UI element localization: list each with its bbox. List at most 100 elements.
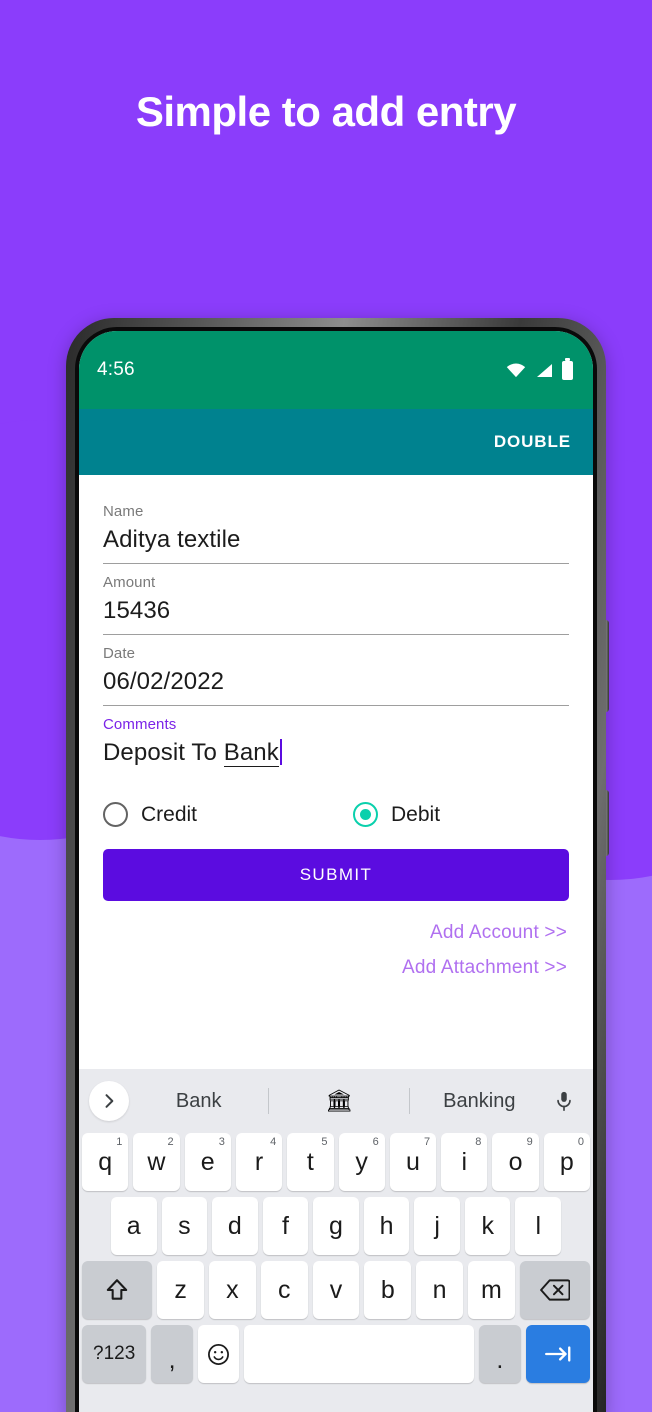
app-bar: DOUBLE <box>79 409 593 475</box>
field-comments-text-plain: Deposit To <box>103 739 224 766</box>
key-z[interactable]: z <box>157 1261 204 1319</box>
tab-next-icon[interactable] <box>525 1325 591 1383</box>
field-comments-text-spellcheck: Bank <box>223 739 279 767</box>
key-p-label: p <box>559 1147 574 1176</box>
key-f[interactable]: f <box>262 1197 309 1255</box>
add-account-link[interactable]: Add Account >> <box>103 915 569 950</box>
key-w-label: w <box>147 1147 166 1176</box>
key-i-label: i <box>461 1147 468 1176</box>
field-amount-value: 15436 <box>103 597 171 624</box>
key-r-label: r <box>254 1147 264 1176</box>
key-t-number: 5 <box>321 1136 328 1148</box>
entry-form: Name Aditya textile Amount 15436 Date 06… <box>79 475 593 985</box>
key-p-number: 0 <box>577 1136 584 1148</box>
key-n[interactable]: n <box>416 1261 463 1319</box>
key-j[interactable]: j <box>414 1197 460 1255</box>
key-e-number: 3 <box>218 1136 225 1148</box>
emoji-smiley-icon[interactable] <box>197 1325 240 1383</box>
radio-credit-label: Credit <box>141 802 198 826</box>
backspace-icon[interactable] <box>519 1261 590 1319</box>
key-p[interactable]: 0p <box>543 1133 590 1191</box>
phone-screen: 4:56 DOUBLE Name Aditya textile Amount 1… <box>79 331 593 1412</box>
status-bar-icons <box>506 357 573 380</box>
key-y-label: y <box>355 1147 368 1176</box>
radio-debit[interactable]: Debit <box>353 802 440 827</box>
key-period[interactable]: . <box>479 1325 521 1383</box>
key-u[interactable]: 7u <box>389 1133 437 1191</box>
key-y[interactable]: 6y <box>338 1133 385 1191</box>
key-q[interactable]: 1q <box>82 1133 129 1191</box>
app-bar-title: DOUBLE <box>493 432 571 451</box>
microphone-icon[interactable] <box>549 1090 579 1112</box>
on-screen-keyboard: Bank 🏛 Banking 1q 2w 3 e 4 r 5 t 6 y 7 u… <box>79 1069 593 1412</box>
suggestion-word-1[interactable]: Bank <box>129 1090 268 1113</box>
key-v[interactable]: v <box>312 1261 360 1319</box>
transaction-type-radio-group: Credit Debit <box>103 776 569 833</box>
key-r[interactable]: 4r <box>235 1133 283 1191</box>
suggestion-word-2[interactable]: Banking <box>410 1090 549 1113</box>
key-x[interactable]: x <box>209 1261 256 1319</box>
key-o[interactable]: 9o <box>492 1133 539 1191</box>
key-comma[interactable]: , <box>151 1325 193 1383</box>
keyboard-row-3: z x c v b n m <box>79 1261 593 1325</box>
wifi-icon <box>506 363 526 378</box>
key-k[interactable]: k <box>464 1197 511 1255</box>
key-u-number: 7 <box>423 1136 431 1148</box>
chevron-right-icon[interactable] <box>89 1081 129 1121</box>
key-o-number: 9 <box>526 1136 533 1148</box>
status-bar: 4:56 <box>79 331 593 409</box>
key-l[interactable]: l <box>515 1197 562 1255</box>
key-b[interactable]: b <box>364 1261 412 1319</box>
key-i[interactable]: 8i <box>441 1133 488 1191</box>
field-date-value: 06/02/2022 <box>103 668 225 695</box>
field-name-value: Aditya textile <box>103 526 241 553</box>
text-cursor <box>279 739 283 765</box>
key-o-label: o <box>508 1147 523 1176</box>
field-comments-label: Comments <box>103 716 177 733</box>
field-amount[interactable]: Amount 15436 <box>103 564 569 635</box>
signal-icon <box>535 363 553 378</box>
key-c[interactable]: c <box>260 1261 308 1319</box>
key-u-label: u <box>405 1147 420 1176</box>
key-w[interactable]: 2w <box>133 1133 180 1191</box>
key-y-number: 6 <box>372 1136 379 1148</box>
key-space[interactable] <box>244 1325 475 1383</box>
field-name[interactable]: Name Aditya textile <box>103 493 569 564</box>
key-i-number: 8 <box>475 1136 482 1148</box>
key-h[interactable]: h <box>363 1197 410 1255</box>
promo-headline: Simple to add entry <box>135 88 517 135</box>
key-e[interactable]: 3e <box>184 1133 231 1191</box>
key-t-label: t <box>306 1147 314 1176</box>
key-q-label: q <box>98 1147 113 1176</box>
field-comments[interactable]: Comments Deposit To Bank <box>103 706 569 776</box>
key-d[interactable]: d <box>212 1197 258 1255</box>
key-a[interactable]: a <box>110 1197 157 1255</box>
key-q-number: 1 <box>116 1136 123 1148</box>
keyboard-row-4: ?123 , . <box>79 1325 593 1389</box>
add-attachment-link[interactable]: Add Attachment >> <box>103 950 569 985</box>
key-s[interactable]: s <box>161 1197 208 1255</box>
radio-credit[interactable]: Credit <box>103 802 353 827</box>
key-symbols[interactable]: ?123 <box>81 1325 147 1383</box>
phone-bezel: 4:56 DOUBLE Name Aditya textile Amount 1… <box>75 327 597 1412</box>
keyboard-row-2: a s d f g h j k l <box>79 1197 593 1261</box>
key-g[interactable]: g <box>313 1197 359 1255</box>
status-bar-clock: 4:56 <box>97 359 135 380</box>
field-date-label: Date <box>103 645 136 662</box>
key-w-number: 2 <box>167 1136 174 1148</box>
shift-icon[interactable] <box>82 1261 153 1319</box>
form-links: Add Account >> Add Attachment >> <box>103 901 569 985</box>
radio-debit-label: Debit <box>391 802 441 826</box>
field-date[interactable]: Date 06/02/2022 <box>103 635 569 706</box>
field-name-label: Name <box>103 503 144 520</box>
battery-icon <box>562 357 573 380</box>
key-e-label: e <box>200 1147 215 1176</box>
phone-frame: 4:56 DOUBLE Name Aditya textile Amount 1… <box>66 318 606 1412</box>
key-t[interactable]: 5t <box>287 1133 334 1191</box>
suggestion-emoji[interactable]: 🏛 <box>269 1088 408 1114</box>
field-comments-value: Deposit To Bank <box>103 739 569 767</box>
field-amount-label: Amount <box>103 574 156 591</box>
submit-button[interactable]: SUBMIT <box>103 849 569 901</box>
key-m[interactable]: m <box>467 1261 515 1319</box>
radio-credit-circle-icon <box>103 802 128 827</box>
